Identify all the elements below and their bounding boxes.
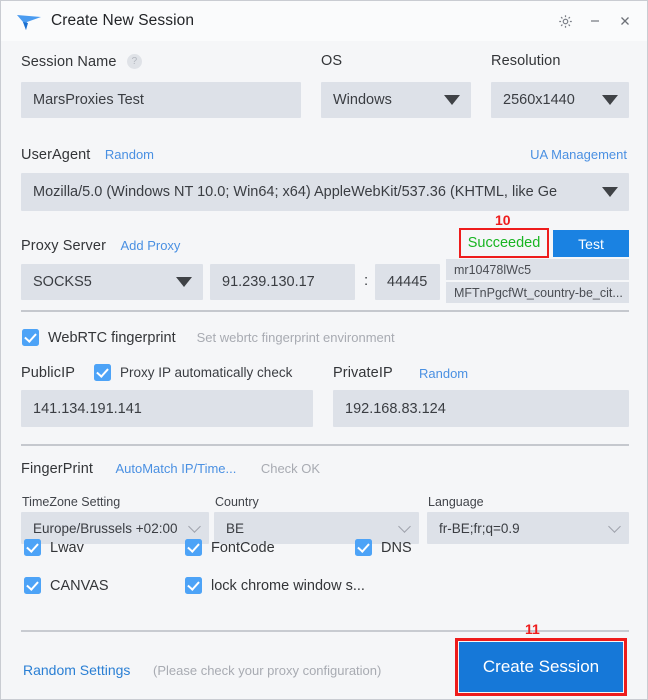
private-ip-input[interactable]: 192.168.83.124 [333, 390, 629, 427]
chevron-down-icon [602, 187, 618, 197]
chevron-down-icon [176, 277, 192, 287]
automatch-link[interactable]: AutoMatch IP/Time... [115, 461, 236, 476]
add-proxy-link[interactable]: Add Proxy [120, 238, 180, 253]
session-name-label: Session Name [21, 54, 117, 70]
help-icon[interactable]: ? [126, 54, 142, 70]
resolution-value: 2560x1440 [503, 92, 575, 108]
country-value: BE [226, 520, 245, 536]
private-ip-random-link[interactable]: Random [419, 366, 468, 381]
option-lock-chrome-window[interactable]: lock chrome window s... [185, 577, 365, 594]
minimize-icon[interactable] [581, 7, 609, 35]
chevron-down-icon [444, 95, 460, 105]
fingerprint-label: FingerPrint [21, 461, 94, 477]
proxy-status-badge: Succeeded [462, 231, 546, 255]
fingerprint-check-status: Check OK [260, 461, 321, 476]
useragent-value: Mozilla/5.0 (Windows NT 10.0; Win64; x64… [33, 184, 558, 200]
option-lwav-checkbox[interactable] [24, 539, 41, 556]
session-name-label-wrap: Session Name ? [21, 53, 142, 71]
annotation-number-11: 11 [525, 621, 540, 637]
proxy-username-input[interactable]: mr10478lWc5 [446, 259, 629, 280]
timezone-label: TimeZone Setting [22, 495, 121, 509]
useragent-select[interactable]: Mozilla/5.0 (Windows NT 10.0; Win64; x64… [21, 173, 629, 211]
option-lock-chrome-window-label: lock chrome window s... [211, 577, 365, 594]
chevron-down-icon [188, 520, 201, 533]
os-label: OS [321, 53, 343, 69]
divider-fingerprint [21, 444, 629, 446]
useragent-random-link[interactable]: Random [105, 147, 154, 162]
option-dns[interactable]: DNS [355, 539, 412, 556]
os-select[interactable]: Windows [321, 82, 471, 118]
public-ip-input[interactable]: 141.134.191.141 [21, 390, 313, 427]
proxy-status-text: Succeeded [462, 231, 546, 255]
option-canvas-label: CANVAS [50, 577, 109, 594]
window-controls [551, 1, 639, 41]
fingerprint-label-wrap: FingerPrint AutoMatch IP/Time... Check O… [21, 460, 320, 478]
option-lwav[interactable]: Lwav [24, 539, 84, 556]
proxy-server-label: Proxy Server [21, 238, 106, 254]
create-session-window: Create New Session Session Name ? MarsPr… [0, 0, 648, 700]
page-title: Create New Session [51, 12, 195, 29]
proxy-host-input[interactable]: 91.239.130.17 [210, 264, 355, 300]
proxy-type-select[interactable]: SOCKS5 [21, 264, 203, 300]
option-dns-label: DNS [381, 539, 412, 556]
useragent-label-wrap: UserAgent Random [21, 146, 154, 164]
blue-arrow-logo-icon [15, 10, 43, 32]
chevron-down-icon [602, 95, 618, 105]
chevron-down-icon [398, 520, 411, 533]
webrtc-fingerprint-checkbox-row[interactable]: WebRTC fingerprint Set webrtc fingerprin… [22, 329, 395, 346]
proxy-password-input[interactable]: MFTnPgcfWt_country-be_cit... [446, 282, 629, 303]
proxy-colon-separator: : [364, 272, 369, 289]
session-name-input[interactable]: MarsProxies Test [21, 82, 301, 118]
private-ip-label: PrivateIP [333, 365, 393, 381]
language-select[interactable]: fr-BE;fr;q=0.9 [427, 512, 629, 544]
webrtc-fingerprint-label: WebRTC fingerprint [48, 329, 176, 346]
option-canvas[interactable]: CANVAS [24, 577, 109, 594]
public-ip-label: PublicIP [21, 365, 75, 381]
timezone-value: Europe/Brussels +02:00 [33, 520, 178, 536]
create-session-button-wrap[interactable]: Create Session [459, 642, 623, 692]
footer-note: (Please check your proxy configuration) [153, 663, 382, 678]
create-session-button[interactable]: Create Session [459, 642, 623, 692]
close-icon[interactable] [611, 7, 639, 35]
option-fontcode[interactable]: FontCode [185, 539, 275, 556]
proxy-auto-check-row[interactable]: Proxy IP automatically check [94, 364, 292, 381]
proxy-port-input[interactable]: 44445 [375, 264, 440, 300]
random-settings-link[interactable]: Random Settings [23, 662, 130, 678]
resolution-select[interactable]: 2560x1440 [491, 82, 629, 118]
useragent-label: UserAgent [21, 147, 91, 163]
webrtc-hint: Set webrtc fingerprint environment [196, 330, 395, 345]
title-bar: Create New Session [1, 1, 647, 41]
option-fontcode-checkbox[interactable] [185, 539, 202, 556]
language-value: fr-BE;fr;q=0.9 [439, 520, 520, 536]
language-label: Language [428, 495, 484, 509]
option-fontcode-label: FontCode [211, 539, 275, 556]
webrtc-fingerprint-checkbox[interactable] [22, 329, 39, 346]
divider-proxy [21, 310, 629, 312]
option-dns-checkbox[interactable] [355, 539, 372, 556]
ua-management-link[interactable]: UA Management [530, 147, 627, 162]
gear-icon[interactable] [551, 7, 579, 35]
annotation-number-10: 10 [495, 212, 511, 228]
proxy-test-button[interactable]: Test [553, 230, 629, 257]
proxy-type-value: SOCKS5 [33, 274, 92, 290]
option-lock-chrome-window-checkbox[interactable] [185, 577, 202, 594]
chevron-down-icon [608, 520, 621, 533]
proxy-auto-check-checkbox[interactable] [94, 364, 111, 381]
resolution-label: Resolution [491, 53, 561, 69]
country-label: Country [215, 495, 259, 509]
os-value: Windows [333, 92, 392, 108]
option-canvas-checkbox[interactable] [24, 577, 41, 594]
proxy-auto-check-label: Proxy IP automatically check [120, 365, 293, 380]
option-lwav-label: Lwav [50, 539, 84, 556]
proxy-label-wrap: Proxy Server Add Proxy [21, 237, 180, 255]
